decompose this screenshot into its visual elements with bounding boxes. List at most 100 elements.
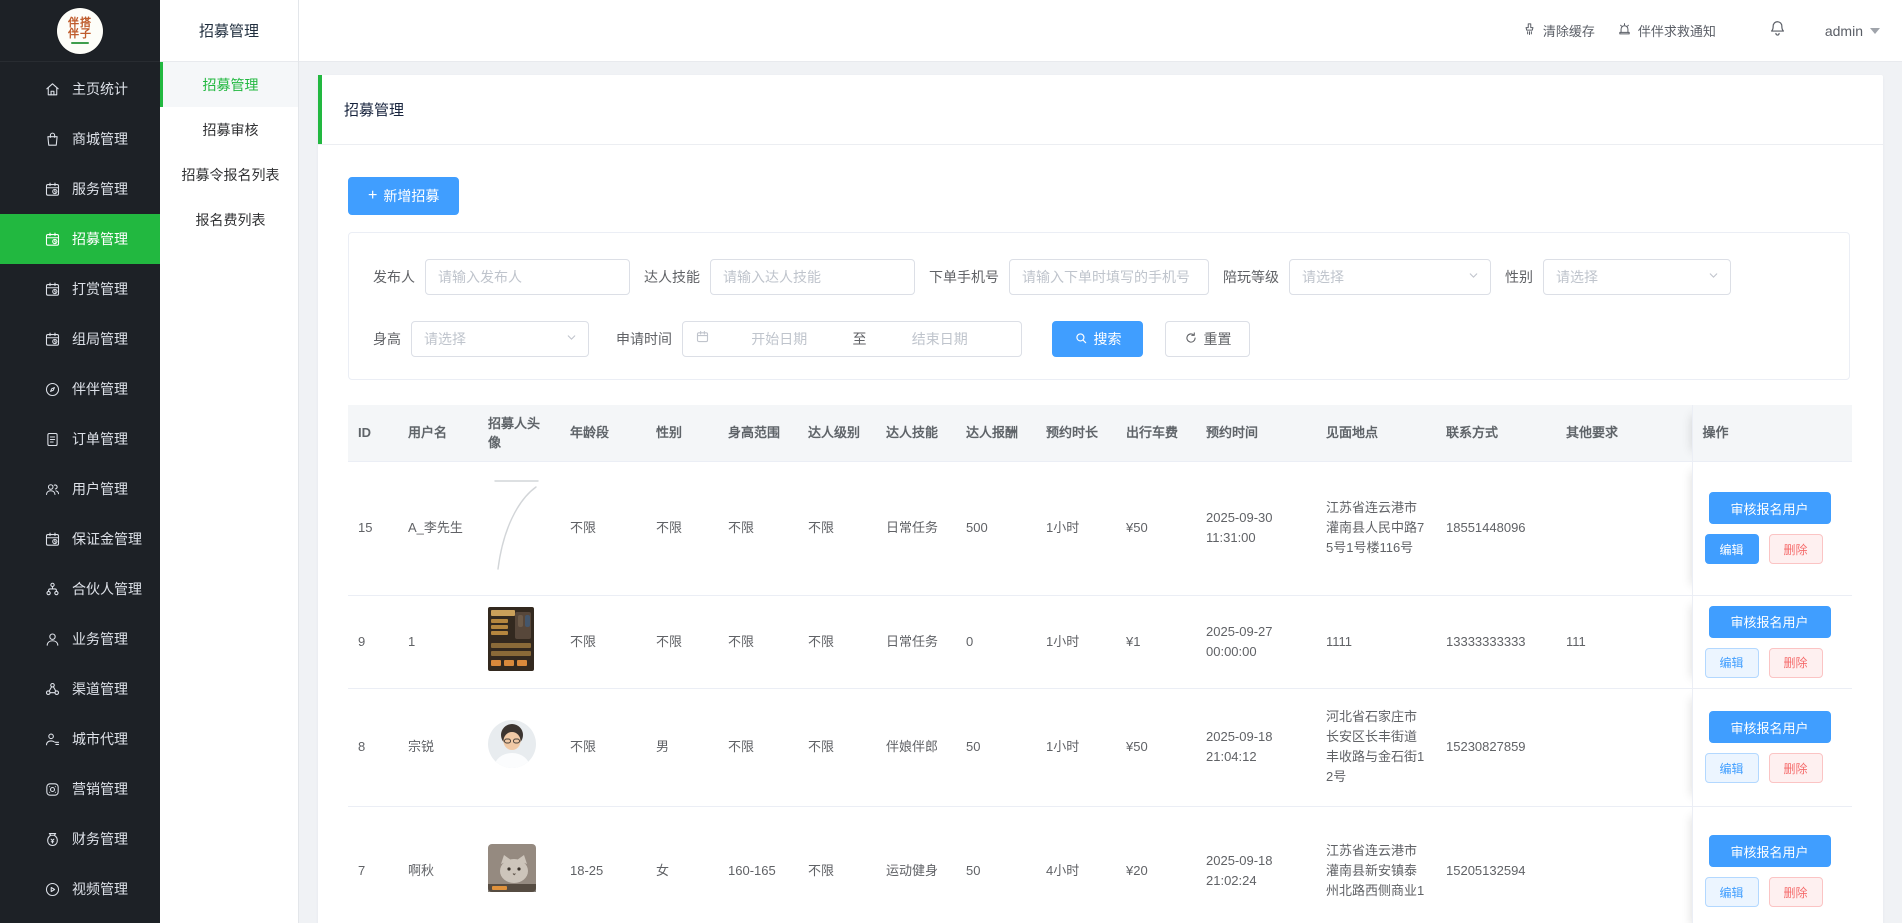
- skill-input[interactable]: [710, 259, 915, 295]
- apply-time-label: 申请时间: [616, 329, 672, 349]
- height-select[interactable]: 请选择: [411, 321, 589, 357]
- apply-time-range-picker[interactable]: 开始日期 至 结束日期: [682, 321, 1022, 357]
- cell-age-range: 不限: [560, 595, 646, 688]
- grid-dot-icon: [44, 781, 61, 798]
- sidebar-item[interactable]: 财务管理: [0, 814, 160, 864]
- sidebar-item[interactable]: 服务管理: [0, 164, 160, 214]
- cell-username: 宗锐: [398, 688, 478, 806]
- cell-address: 河北省石家庄市长安区长丰街道丰收路与金石街12号: [1316, 688, 1436, 806]
- logo-text: 伴子: [68, 29, 92, 40]
- money-bag-icon: [44, 831, 61, 848]
- search-button[interactable]: 搜索: [1052, 321, 1143, 357]
- submenu-item[interactable]: 招募令报名列表: [160, 152, 298, 197]
- avatar-image[interactable]: [488, 720, 536, 774]
- delete-button[interactable]: 删除: [1769, 648, 1823, 678]
- cell-actions: 审核报名用户 编辑 删除: [1692, 461, 1852, 595]
- table-header-row: ID 用户名 招募人头像 年龄段 性别 身高范围: [348, 405, 1852, 461]
- avatar-image[interactable]: [488, 607, 534, 677]
- review-applicants-button[interactable]: 审核报名用户: [1709, 835, 1831, 867]
- cell-age-range: 不限: [560, 461, 646, 595]
- publisher-input[interactable]: [425, 259, 630, 295]
- sidebar-item[interactable]: 伴伴管理: [0, 364, 160, 414]
- sidebar-item[interactable]: 用户管理: [0, 464, 160, 514]
- delete-button[interactable]: 删除: [1769, 534, 1823, 564]
- sidebar-item[interactable]: 招募管理: [0, 214, 160, 264]
- cell-talent-skill: 伴娘伴郎: [876, 688, 956, 806]
- cell-height-range: 不限: [718, 461, 798, 595]
- calendar-clock-icon: [44, 531, 61, 548]
- secondary-sidebar: 招募管理 招募管理 招募审核 招募令报名列表 报名费列表: [160, 0, 299, 923]
- submenu-item[interactable]: 报名费列表: [160, 197, 298, 242]
- sidebar-item[interactable]: 打赏管理: [0, 264, 160, 314]
- sidebar-item[interactable]: 渠道管理: [0, 664, 160, 714]
- cell-contact: 15205132594: [1436, 806, 1556, 923]
- review-applicants-button[interactable]: 审核报名用户: [1709, 606, 1831, 638]
- cell-username: 啊秋: [398, 806, 478, 923]
- calendar-icon: [695, 329, 710, 349]
- notifications-bell-button[interactable]: [1768, 19, 1787, 43]
- sos-notification-button[interactable]: 伴伴求救通知: [1617, 21, 1716, 40]
- sidebar-item[interactable]: 主页统计: [0, 64, 160, 114]
- submenu-item[interactable]: 招募审核: [160, 107, 298, 152]
- sidebar-item[interactable]: 营销管理: [0, 764, 160, 814]
- gender-label: 性别: [1505, 267, 1533, 287]
- cell-duration: 1小时: [1036, 688, 1116, 806]
- cell-filler: [1680, 688, 1692, 806]
- gender-select[interactable]: 请选择: [1543, 259, 1731, 295]
- sidebar-item[interactable]: 组局管理: [0, 314, 160, 364]
- sidebar-item-label: 财务管理: [72, 829, 128, 849]
- cell-talent-pay: 50: [956, 806, 1036, 923]
- submenu-item-label: 报名费列表: [196, 210, 266, 230]
- cell-filler: [1680, 461, 1692, 595]
- sidebar-item[interactable]: 保证金管理: [0, 514, 160, 564]
- submenu-item-label: 招募令报名列表: [182, 165, 280, 185]
- sidebar-item[interactable]: 业务管理: [0, 614, 160, 664]
- cell-talent-skill: 日常任务: [876, 461, 956, 595]
- edit-button[interactable]: 编辑: [1705, 877, 1759, 907]
- sidebar-item-label: 营销管理: [72, 779, 128, 799]
- sidebar-item[interactable]: 商城管理: [0, 114, 160, 164]
- broken-image-icon[interactable]: [488, 479, 544, 577]
- submenu-item-label: 招募管理: [203, 75, 259, 95]
- order-phone-input[interactable]: [1009, 259, 1209, 295]
- companion-level-select[interactable]: 请选择: [1289, 259, 1491, 295]
- review-applicants-button[interactable]: 审核报名用户: [1709, 711, 1831, 743]
- submenu-item[interactable]: 招募管理: [160, 62, 298, 107]
- sidebar-item[interactable]: 视频管理: [0, 864, 160, 914]
- clear-cache-button[interactable]: 清除缓存: [1522, 21, 1595, 40]
- edit-button[interactable]: 编辑: [1705, 648, 1759, 678]
- sidebar-item[interactable]: 城市代理: [0, 714, 160, 764]
- column-header: [1680, 405, 1692, 461]
- logo-accent: [71, 42, 89, 44]
- sidebar-item[interactable]: 合伙人管理: [0, 564, 160, 614]
- main-area: 清除缓存 伴伴求救通知 admin 招募管理 + 新增招募: [299, 0, 1902, 923]
- home-icon: [44, 81, 61, 98]
- cell-other: [1556, 806, 1680, 923]
- search-icon: [1074, 331, 1088, 348]
- cell-age-range: 不限: [560, 688, 646, 806]
- cell-id: 15: [348, 461, 398, 595]
- sidebar-item[interactable]: 订单管理: [0, 414, 160, 464]
- reset-button[interactable]: 重置: [1165, 321, 1250, 357]
- cell-other: [1556, 461, 1680, 595]
- user-menu[interactable]: admin: [1825, 23, 1880, 39]
- delete-button[interactable]: 删除: [1769, 877, 1823, 907]
- chevron-down-icon: [1870, 28, 1880, 34]
- cell-travel-fee: ¥50: [1116, 461, 1196, 595]
- play-circle-icon: [44, 881, 61, 898]
- cell-username: 1: [398, 595, 478, 688]
- column-header: 出行车费: [1116, 405, 1196, 461]
- cell-talent-skill: 运动健身: [876, 806, 956, 923]
- chevron-down-icon: [1467, 269, 1480, 285]
- review-applicants-button[interactable]: 审核报名用户: [1709, 492, 1831, 524]
- edit-button[interactable]: 编辑: [1705, 534, 1759, 564]
- delete-button[interactable]: 删除: [1769, 753, 1823, 783]
- edit-button[interactable]: 编辑: [1705, 753, 1759, 783]
- add-recruitment-button[interactable]: + 新增招募: [348, 177, 459, 215]
- avatar-image[interactable]: [488, 844, 536, 898]
- column-header: 用户名: [398, 405, 478, 461]
- table-row: 15 A_李先生 不限: [348, 461, 1852, 595]
- cell-gender: 不限: [646, 595, 718, 688]
- chevron-down-icon: [1707, 269, 1720, 285]
- cell-talent-pay: 50: [956, 688, 1036, 806]
